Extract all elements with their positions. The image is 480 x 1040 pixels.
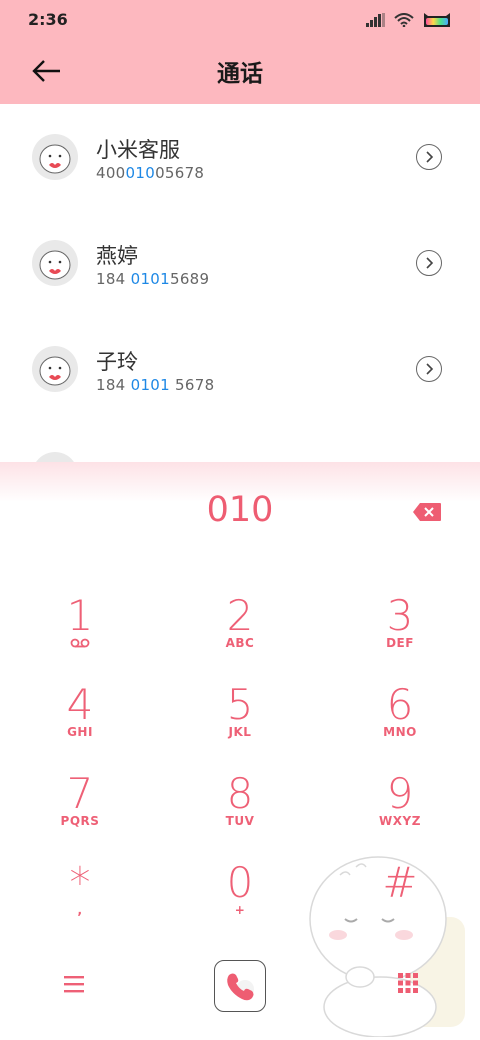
key-1[interactable]: 1 bbox=[20, 594, 140, 670]
key-9[interactable]: 9 WXYZ bbox=[340, 772, 460, 848]
key-4[interactable]: 4 GHI bbox=[20, 683, 140, 759]
detail-chevron-icon[interactable] bbox=[416, 356, 442, 382]
contact-name: 子玲 bbox=[96, 350, 138, 374]
avatar bbox=[32, 240, 78, 286]
detail-chevron-icon[interactable] bbox=[416, 144, 442, 170]
phone-icon bbox=[227, 973, 254, 1001]
menu-icon[interactable] bbox=[62, 974, 86, 994]
detail-chevron-icon[interactable] bbox=[416, 250, 442, 276]
backspace-icon[interactable] bbox=[412, 502, 442, 522]
list-item[interactable]: 燕婷 184 01015689 bbox=[0, 210, 480, 316]
key-2[interactable]: 2 ABC bbox=[180, 594, 300, 670]
battery-icon bbox=[424, 13, 450, 27]
key-0[interactable]: 0 + bbox=[180, 861, 300, 937]
status-bar: 2:36 bbox=[0, 0, 480, 40]
avatar bbox=[32, 346, 78, 392]
key-hash[interactable]: # bbox=[340, 861, 460, 937]
contact-name: 燕婷 bbox=[96, 244, 138, 268]
contact-number: 184 01015689 bbox=[96, 270, 210, 288]
key-6[interactable]: 6 MNO bbox=[340, 683, 460, 759]
contact-name: 小米客服 bbox=[96, 138, 180, 162]
list-item[interactable]: 小米客服 40001005678 bbox=[0, 104, 480, 210]
app-header: 通话 bbox=[0, 40, 480, 104]
signal-icon bbox=[366, 13, 385, 27]
contact-number: 40001005678 bbox=[96, 164, 205, 182]
key-5[interactable]: 5 JKL bbox=[180, 683, 300, 759]
key-3[interactable]: 3 DEF bbox=[340, 594, 460, 670]
status-icons bbox=[366, 10, 452, 30]
key-8[interactable]: 8 TUV bbox=[180, 772, 300, 848]
dialpad: 010 1 2 ABC 3 DEF 4 GHI 5 JKL 6MNO 7 PQR… bbox=[0, 462, 480, 1040]
list-item[interactable] bbox=[0, 422, 480, 464]
avatar bbox=[32, 134, 78, 180]
page-title: 通话 bbox=[217, 61, 263, 87]
key-star[interactable]: *, bbox=[20, 861, 140, 937]
status-time: 2:36 bbox=[28, 10, 68, 29]
wifi-icon bbox=[394, 13, 414, 27]
contact-number: 184 0101 5678 bbox=[96, 376, 215, 394]
call-button[interactable] bbox=[214, 960, 266, 1012]
contact-list[interactable]: 小米客服 40001005678 燕婷 184 01015689 子玲 184 … bbox=[0, 104, 480, 464]
key-7[interactable]: 7 PQRS bbox=[20, 772, 140, 848]
keypad-icon[interactable] bbox=[396, 971, 420, 995]
dialed-number: 010 bbox=[206, 490, 274, 530]
list-item[interactable]: 子玲 184 0101 5678 bbox=[0, 316, 480, 422]
